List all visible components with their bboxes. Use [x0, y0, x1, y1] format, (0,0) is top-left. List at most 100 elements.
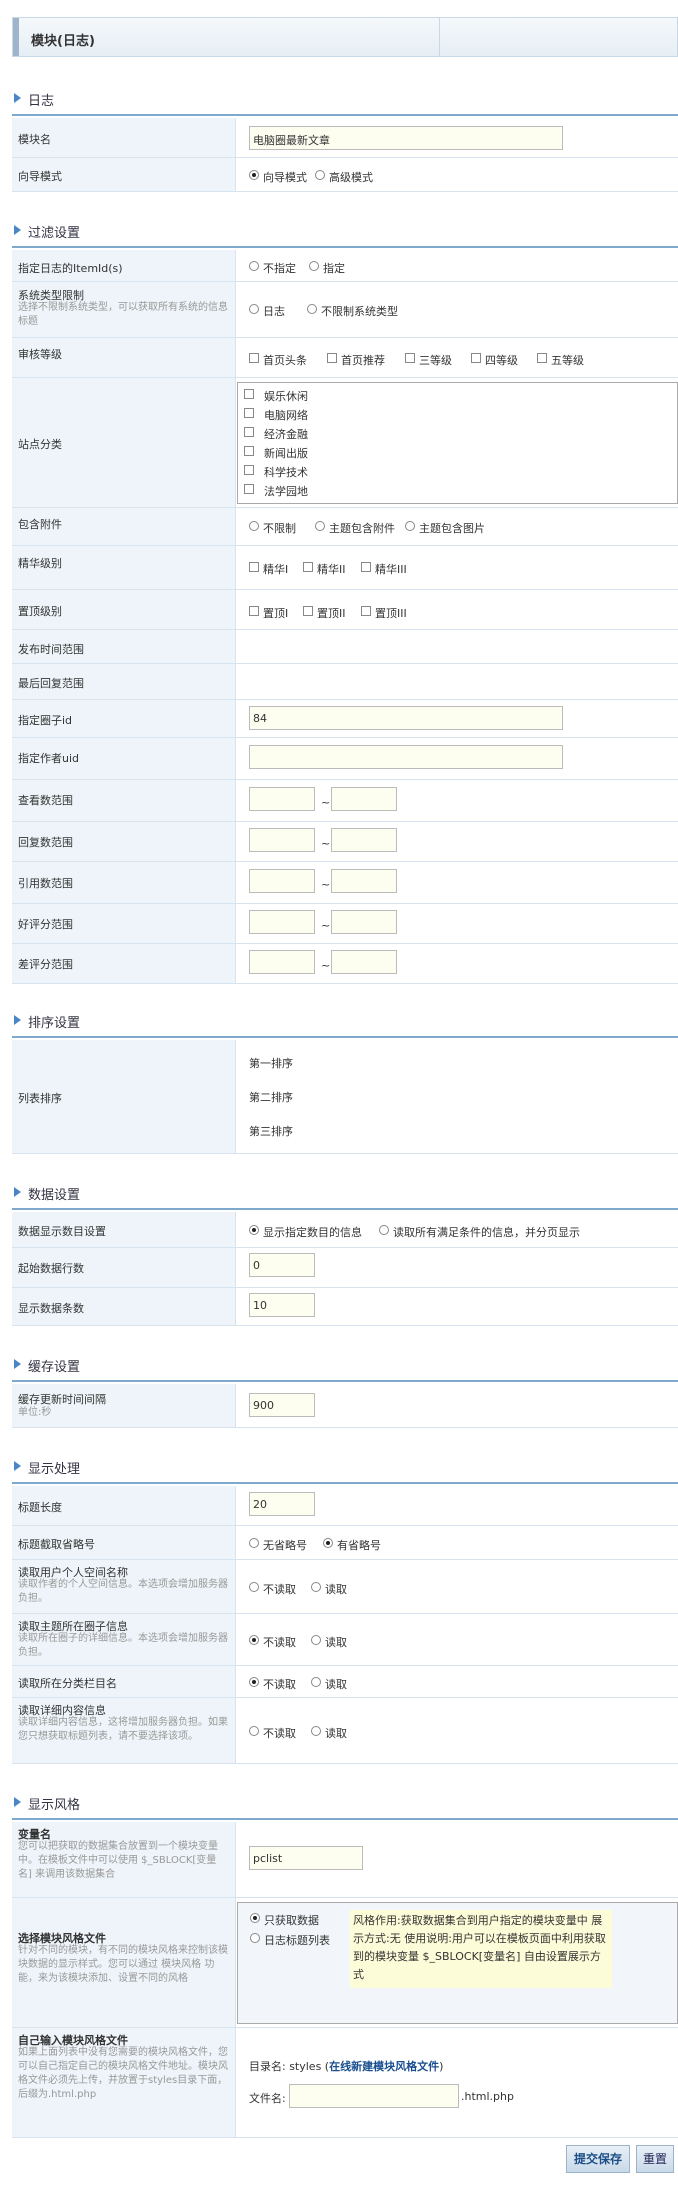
section-style: 显示风格	[12, 1792, 678, 1814]
grade-checkbox[interactable]	[471, 353, 481, 363]
attach-file-radio[interactable]	[315, 521, 325, 531]
var-name-input[interactable]: pclist	[249, 1846, 363, 1870]
radio-label: 不读取	[263, 1727, 296, 1740]
sort-item: 第一排序	[249, 1057, 293, 1070]
digest-checkbox[interactable]	[303, 562, 313, 572]
label-cell: 起始数据行数	[12, 1248, 236, 1287]
site-checkbox[interactable]	[244, 446, 254, 456]
grade-checkbox[interactable]	[327, 353, 337, 363]
checkbox-label: 置顶II	[317, 607, 346, 620]
top-checkbox[interactable]	[361, 606, 371, 616]
radio-label: 不读取	[263, 1636, 296, 1649]
digest-checkbox[interactable]	[249, 562, 259, 572]
grade-checkbox[interactable]	[537, 353, 547, 363]
radio-label: 日志	[263, 305, 285, 318]
attach-any-radio[interactable]	[249, 521, 259, 531]
site-category-list[interactable]: 娱乐休闲 电脑网络 经济金融 新闻出版 科学技术 法学园地	[237, 382, 678, 504]
grade-checkbox[interactable]	[249, 353, 259, 363]
label-cell: 最后回复范围	[12, 664, 236, 699]
count-input[interactable]: 10	[249, 1293, 315, 1317]
row-posttime: 发布时间范围	[12, 630, 678, 664]
style-data-only-radio[interactable]	[250, 1913, 260, 1923]
quote-min-input[interactable]	[249, 869, 315, 893]
new-style-file-link[interactable]: 在线新建模块风格文件	[329, 2060, 439, 2073]
data-all-radio[interactable]	[379, 1225, 389, 1235]
no-ellipsis-radio[interactable]	[249, 1538, 259, 1548]
good-max-input[interactable]	[331, 910, 397, 934]
field-label: 起始数据行数	[18, 1262, 84, 1275]
advanced-mode-radio[interactable]	[315, 170, 325, 180]
reply-min-input[interactable]	[249, 828, 315, 852]
site-checkbox[interactable]	[244, 389, 254, 399]
data-limited-radio[interactable]	[249, 1225, 259, 1235]
radio-label: 不读取	[263, 1678, 296, 1691]
section-log: 日志	[12, 88, 678, 110]
site-checkbox[interactable]	[244, 408, 254, 418]
space-read-radio[interactable]	[311, 1582, 321, 1592]
detail-read-radio[interactable]	[311, 1726, 321, 1736]
good-min-input[interactable]	[249, 910, 315, 934]
section-sort: 排序设置	[12, 1010, 678, 1032]
label-cell: 审核等级	[12, 338, 236, 377]
site-checkbox[interactable]	[244, 427, 254, 437]
site-checkbox[interactable]	[244, 465, 254, 475]
category-no-read-radio[interactable]	[249, 1677, 259, 1687]
view-max-input[interactable]	[331, 787, 397, 811]
row-custom-style: 自己输入模块风格文件 如果上面列表中没有您需要的模块风格文件，您可以自己指定自己…	[12, 2028, 678, 2138]
label-cell: 变量名 您可以把获取的数据集合放置到一个模块变量中。在模板文件中可以使用 $_S…	[12, 1822, 236, 1897]
site-checkbox[interactable]	[244, 484, 254, 494]
value-cell: 向导模式 高级模式	[237, 158, 678, 191]
grade-checkbox[interactable]	[405, 353, 415, 363]
value-cell: 10	[237, 1288, 678, 1325]
author-uid-input[interactable]	[249, 745, 563, 769]
with-ellipsis-radio[interactable]	[323, 1538, 333, 1548]
space-no-read-radio[interactable]	[249, 1582, 259, 1592]
row-author-uid: 指定作者uid	[12, 738, 678, 780]
reset-button[interactable]: 重置	[636, 2145, 674, 2173]
bad-min-input[interactable]	[249, 950, 315, 974]
digest-checkbox[interactable]	[361, 562, 371, 572]
circle-read-radio[interactable]	[311, 1635, 321, 1645]
systype-unlimited-radio[interactable]	[307, 304, 317, 314]
field-hint: 读取详细内容信息，这将增加服务器负担。如果您只想获取标题列表，请不要选择该项。	[18, 1717, 228, 1742]
value-cell: 900	[237, 1384, 678, 1427]
submit-save-button[interactable]: 提交保存	[566, 2145, 630, 2173]
cache-interval-input[interactable]: 900	[249, 1393, 315, 1417]
attach-image-radio[interactable]	[405, 521, 415, 531]
category-read-radio[interactable]	[311, 1677, 321, 1687]
section-display: 显示处理	[12, 1456, 678, 1478]
module-name-input[interactable]: 电脑圈最新文章	[249, 126, 563, 150]
sort-item: 第二排序	[249, 1091, 293, 1104]
circle-no-read-radio[interactable]	[249, 1635, 259, 1645]
itemid-unspecified-radio[interactable]	[249, 261, 259, 271]
file-name-input[interactable]	[289, 2084, 459, 2108]
bad-max-input[interactable]	[331, 950, 397, 974]
reply-max-input[interactable]	[331, 828, 397, 852]
value-cell: 精华I 精华II 精华III	[237, 546, 678, 589]
row-digest: 精华级别 精华I 精华II 精华III	[12, 546, 678, 590]
top-checkbox[interactable]	[303, 606, 313, 616]
start-row-input[interactable]: 0	[249, 1253, 315, 1277]
range-tilde: ~	[321, 837, 331, 850]
style-title-list-radio[interactable]	[250, 1933, 260, 1943]
view-min-input[interactable]	[249, 787, 315, 811]
checkbox-label: 五等级	[551, 354, 584, 367]
row-lastreply: 最后回复范围	[12, 664, 678, 700]
systype-log-radio[interactable]	[249, 304, 259, 314]
section-rule	[12, 114, 678, 116]
row-grade: 审核等级 首页头条 首页推荐 三等级 四等级 五等级	[12, 338, 678, 378]
itemid-specified-radio[interactable]	[309, 261, 319, 271]
value-cell: 日志 不限制系统类型	[237, 282, 678, 337]
title-length-input[interactable]: 20	[249, 1492, 315, 1516]
label-cell: 站点分类	[12, 378, 236, 507]
wizard-mode-radio[interactable]	[249, 170, 259, 180]
row-view-range: 查看数范围 ~	[12, 780, 678, 822]
label-cell: 选择模块风格文件 针对不同的模块，有不同的模块风格来控制该模块数据的显示样式。您…	[12, 1898, 236, 2027]
field-label: 缓存更新时间间隔	[18, 1393, 106, 1406]
detail-no-read-radio[interactable]	[249, 1726, 259, 1736]
row-detail: 读取详细内容信息 读取详细内容信息，这将增加服务器负担。如果您只想获取标题列表，…	[12, 1698, 678, 1764]
top-checkbox[interactable]	[249, 606, 259, 616]
label-cell: 差评分范围	[12, 944, 236, 983]
circle-id-input[interactable]: 84	[249, 706, 563, 730]
quote-max-input[interactable]	[331, 869, 397, 893]
